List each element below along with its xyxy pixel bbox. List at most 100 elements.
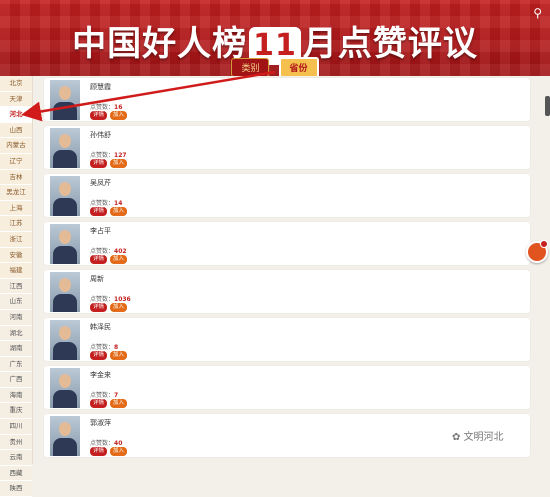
vote-value: 8 [114,344,119,351]
vote-label: 点赞数： [90,200,115,207]
candidate-card[interactable]: 吴凤芹 点赞数：14 详情 加入 [44,174,530,217]
join-button[interactable]: 加入 [110,351,127,360]
candidate-photo [50,320,80,360]
candidate-card[interactable]: 周新点赞数：1036 详情 加入 [44,270,530,313]
sidebar-item[interactable]: 黑龙江 [0,185,32,201]
photo-head [59,230,71,244]
vote-label: 点赞数： [90,152,115,159]
detail-button[interactable]: 详情 [90,207,107,216]
vote-count: 点赞数：8 [90,342,118,351]
vote-label: 点赞数： [90,248,115,255]
detail-button[interactable]: 详情 [90,255,107,264]
sidebar-item[interactable]: 福建 [0,263,32,279]
candidate-card[interactable]: 顾慧霞 点赞数：16 详情 加入 [44,78,530,121]
vote-label: 点赞数： [90,104,115,111]
vote-count: 点赞数：402 [90,246,127,255]
vote-value: 7 [114,392,119,399]
sidebar-item[interactable]: 吉林 [0,169,32,186]
join-button[interactable]: 加入 [110,255,127,264]
join-button[interactable]: 加入 [110,207,127,216]
join-button[interactable]: 加入 [110,447,127,456]
vote-count: 点赞数：7 [90,390,118,399]
header-banner: 中国好人榜 11 月点赞评议 ⚲ 类别 省份 [0,0,550,76]
search-icon[interactable]: ⚲ [533,6,542,20]
detail-button[interactable]: 详情 [90,159,107,168]
candidate-name: 郭淑萍 [90,419,111,427]
candidate-photo [50,416,80,456]
candidate-name: 李占平 [90,227,111,235]
candidate-name: 顾慧霞 [90,83,111,91]
sidebar-item[interactable]: 江西 [0,278,32,295]
floating-action-button[interactable] [526,240,548,263]
sidebar-item[interactable]: 广东 [0,356,32,373]
sidebar-item[interactable]: 河南 [0,309,32,326]
photo-head [59,134,71,148]
sidebar-item[interactable]: 北京 [0,76,32,92]
sidebar-item[interactable]: 江苏 [0,216,32,232]
vote-value: 127 [114,152,127,159]
sidebar-item[interactable]: 河北 [0,107,32,123]
sidebar-item[interactable]: 广西 [0,372,32,388]
candidate-name: 孙伟舒 [90,131,111,139]
sidebar-item[interactable]: 陕西 [0,481,32,497]
vote-count: 点赞数：40 [90,438,122,447]
detail-button[interactable]: 详情 [90,399,107,408]
sidebar-item[interactable]: 山东 [0,294,32,310]
photo-body [53,246,77,264]
candidate-name: 吴凤芹 [90,179,111,187]
candidate-photo [50,176,80,216]
candidate-card[interactable]: 韩泽民 点赞数：8 详情 加入 [44,318,530,361]
sidebar-item[interactable]: 辽宁 [0,153,32,170]
sidebar-item[interactable]: 重庆 [0,403,32,420]
detail-button[interactable]: 详情 [90,111,107,120]
candidate-card[interactable]: 李金来 点赞数：7 详情 加入 [44,366,530,409]
vote-count: 点赞数：16 [90,102,122,111]
sidebar-item[interactable]: 四川 [0,419,32,435]
vote-label: 点赞数： [90,440,115,447]
sidebar-item[interactable]: 西藏 [0,465,32,482]
detail-button[interactable]: 详情 [90,303,107,312]
candidate-name: 李金来 [90,371,111,379]
photo-body [53,438,77,456]
sidebar-item[interactable]: 天津 [0,91,32,108]
photo-body [53,294,77,312]
sidebar-item[interactable]: 海南 [0,387,32,404]
photo-body [53,150,77,168]
vote-label: 点赞数： [90,344,115,351]
candidate-card[interactable]: 李占平点赞数：402 详情 加入 [44,222,530,265]
detail-button[interactable]: 详情 [90,447,107,456]
sidebar-item[interactable]: 安徽 [0,247,32,264]
tab-province[interactable]: 省份 [278,57,319,76]
vote-value: 16 [114,104,123,111]
join-button[interactable]: 加入 [110,159,127,168]
vote-count: 点赞数：1036 [90,294,131,303]
photo-body [53,342,77,360]
notification-dot [540,240,548,248]
vote-label: 点赞数： [90,296,115,303]
sidebar-item[interactable]: 湖北 [0,325,32,342]
candidate-photo [50,128,80,168]
candidate-card[interactable]: 孙伟舒 点赞数：127 详情 加入 [44,126,530,169]
province-sidebar: 北京 天津 河北 山西 内蒙古 辽宁 吉林 黑龙江 上海 江苏 浙江 安徽 福建 江西 山东 河南 湖北 湖南 广东… [0,76,33,497]
photo-head [59,182,71,196]
sidebar-item[interactable]: 上海 [0,200,32,217]
tab-category[interactable]: 类别 [231,58,270,76]
photo-body [53,390,77,408]
scrollbar[interactable] [545,96,550,116]
candidate-name: 韩泽民 [90,323,111,331]
candidate-photo [50,272,80,312]
join-button[interactable]: 加入 [110,303,127,312]
join-button[interactable]: 加入 [110,111,127,120]
sidebar-item[interactable]: 浙江 [0,231,32,248]
sidebar-item[interactable]: 贵州 [0,434,32,451]
sidebar-item[interactable]: 湖南 [0,341,32,357]
sidebar-item[interactable]: 山西 [0,122,32,139]
join-button[interactable]: 加入 [110,399,127,408]
vote-count: 点赞数：127 [90,150,127,159]
vote-label: 点赞数： [90,392,115,399]
candidate-name: 周新 [90,275,104,283]
photo-head [59,86,71,100]
photo-head [59,422,71,436]
detail-button[interactable]: 详情 [90,351,107,360]
sidebar-item[interactable]: 内蒙古 [0,138,32,154]
